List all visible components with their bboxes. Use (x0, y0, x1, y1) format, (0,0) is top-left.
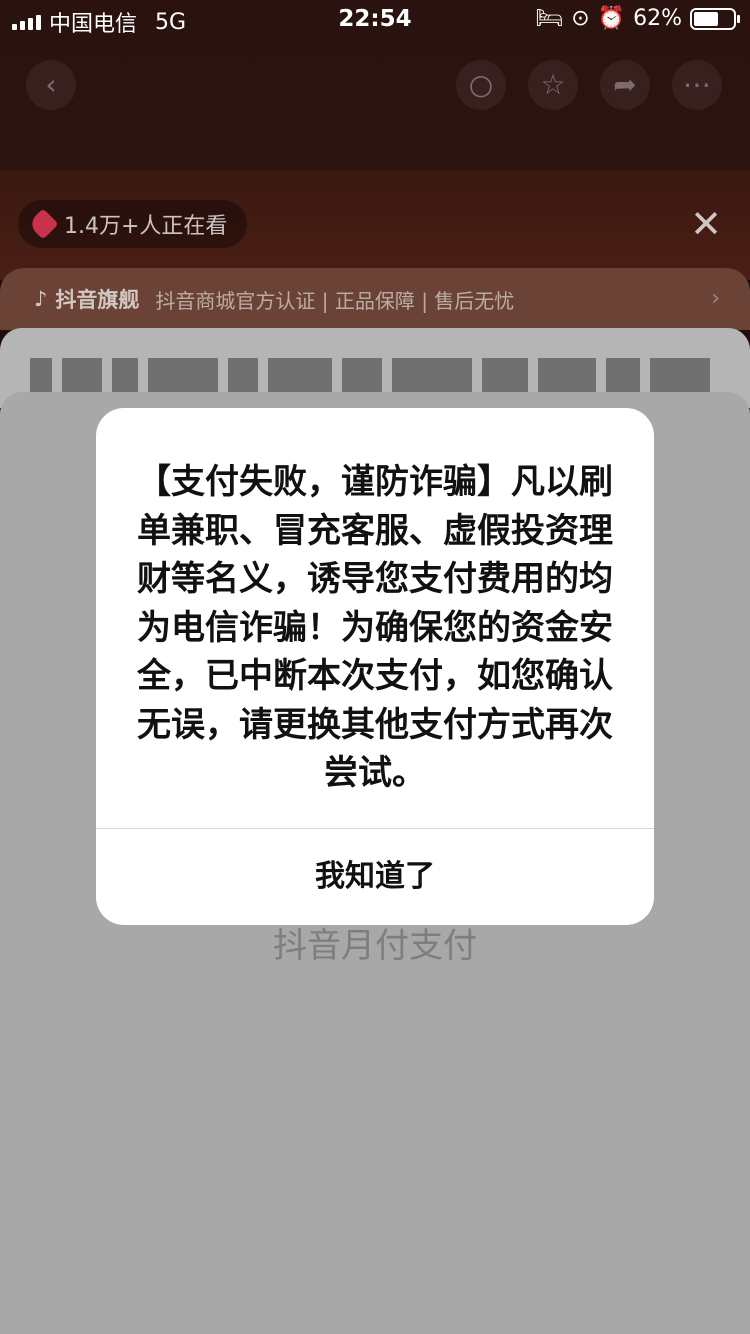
top-nav: ‹ ○ ☆ ➦ ⋯ (0, 50, 750, 120)
alert-message: 【支付失败，谨防诈骗】凡以刷单兼职、冒充客服、虚假投资理财等名义，诱导您支付费用… (137, 462, 613, 793)
payment-method-label[interactable]: 抖音月付支付 (0, 918, 750, 967)
payment-failed-alert: 【支付失败，谨防诈骗】凡以刷单兼职、冒充客服、虚假投资理财等名义，诱导您支付费用… (96, 408, 654, 925)
status-bar: 中国电信 5G 22:54 🛏 ⊙ ⏰ 62% (0, 0, 750, 40)
viewer-count: 1.4万+人正在看 (64, 214, 228, 239)
alarm-icon: ⏰ (597, 6, 626, 31)
tiktok-icon: ♪ (34, 287, 48, 311)
battery-percent: 62% (633, 6, 682, 31)
share-icon[interactable]: ➦ (600, 60, 650, 110)
bed-icon: 🛏 (535, 6, 564, 31)
tag-icon (27, 208, 59, 240)
back-icon[interactable]: ‹ (26, 60, 76, 110)
acknowledge-button[interactable]: 我知道了 (96, 829, 654, 925)
address-redacted (30, 358, 720, 392)
star-icon[interactable]: ☆ (528, 60, 578, 110)
orientation-lock-icon: ⊙ (571, 6, 590, 31)
flagship-brand: 抖音旗舰 (55, 288, 140, 312)
viewer-count-badge: 1.4万+人正在看 (18, 200, 248, 248)
battery-icon (690, 7, 740, 30)
more-icon[interactable]: ⋯ (672, 60, 722, 110)
close-icon[interactable]: ✕ (690, 205, 722, 243)
search-icon[interactable]: ○ (456, 60, 506, 110)
flagship-bar[interactable]: ♪ 抖音旗舰 抖音商城官方认证 | 正品保障 | 售后无忧 › (0, 268, 750, 330)
chevron-right-icon: › (711, 286, 720, 311)
flagship-tags: 抖音商城官方认证 | 正品保障 | 售后无忧 (155, 288, 515, 313)
